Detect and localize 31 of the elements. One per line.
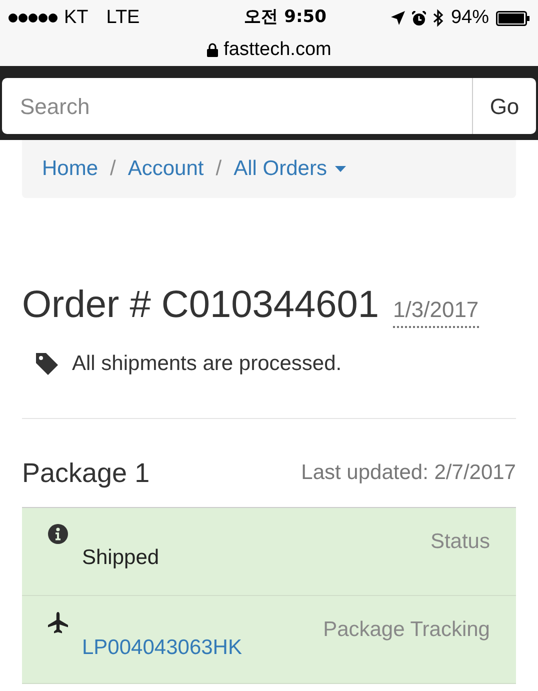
lock-icon: [206, 43, 218, 58]
row-label: Package Tracking: [323, 617, 490, 643]
row-label: Status: [430, 529, 490, 555]
status-value: Shipped: [82, 545, 160, 571]
battery-percent: 94%: [450, 6, 489, 30]
order-date: 1/3/2017: [393, 293, 479, 328]
tag-icon: [36, 352, 58, 375]
carrier-name: KT: [64, 6, 88, 30]
order-status-note: All shipments are processed.: [72, 351, 342, 377]
location-arrow-icon: [390, 11, 405, 25]
signal-icon: [8, 13, 58, 23]
alarm-icon: [412, 10, 426, 26]
search-field[interactable]: Search: [2, 78, 472, 134]
info-icon: [48, 524, 68, 544]
battery-icon: [496, 10, 530, 26]
package-title: Package 1: [22, 456, 150, 490]
network-type: LTE: [106, 6, 140, 30]
breadcrumb-link[interactable]: All Orders: [234, 153, 346, 185]
breadcrumb-separator: /: [110, 156, 116, 182]
tracking-link[interactable]: LP004043063HK: [82, 632, 242, 683]
breadcrumb-link[interactable]: Home: [42, 153, 98, 185]
caret-icon: [334, 166, 346, 172]
bluetooth-icon: [432, 9, 444, 27]
order-title: Order # C010344601: [22, 286, 380, 324]
clock-time: 오전 9:50: [244, 6, 326, 30]
breadcrumb-separator: /: [216, 156, 222, 182]
url-text[interactable]: fasttech.com: [224, 36, 332, 64]
airplane-icon: [48, 612, 68, 634]
go-button[interactable]: Go: [472, 78, 536, 134]
last-updated: Last updated: 2/7/2017: [301, 460, 516, 486]
breadcrumb-link[interactable]: Account: [128, 153, 204, 185]
